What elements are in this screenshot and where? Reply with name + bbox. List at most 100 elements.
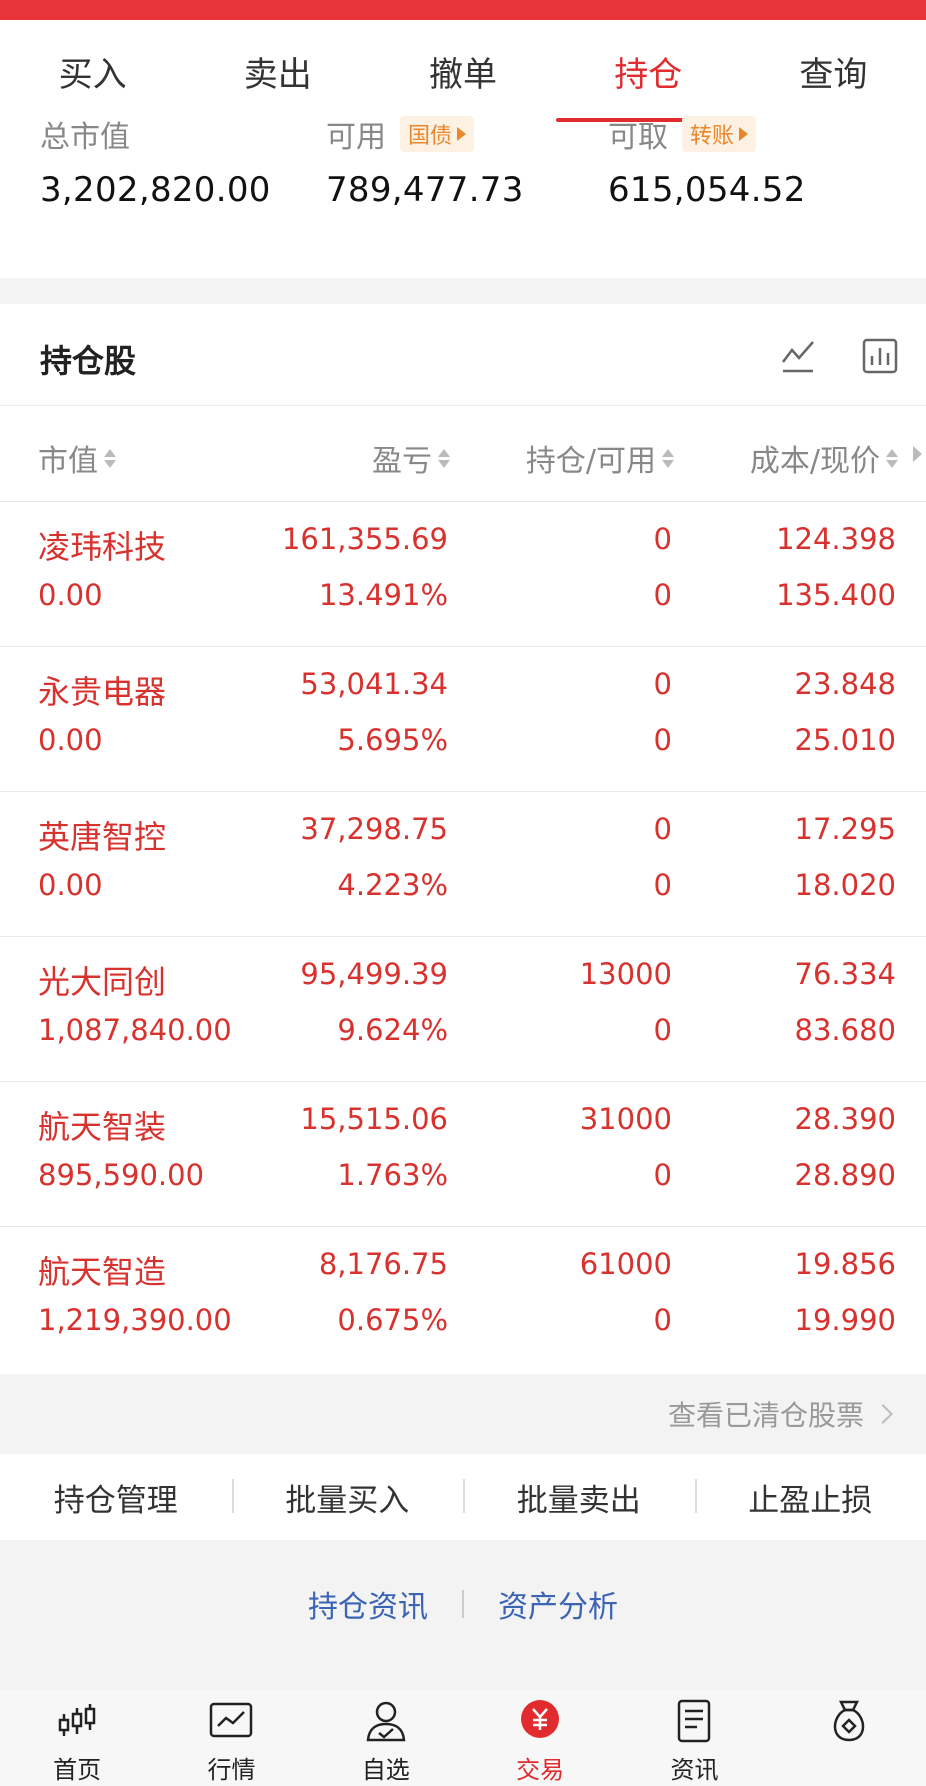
- cost-price: 76.334: [794, 957, 896, 991]
- available-qty: 0: [653, 868, 672, 902]
- holding-qty: 31000: [579, 1102, 672, 1136]
- nav-wealth[interactable]: [772, 1690, 926, 1786]
- holdings-news-link[interactable]: 持仓资讯: [308, 1582, 428, 1626]
- cleared-link-label: 查看已清仓股票: [667, 1399, 864, 1432]
- market-value: 1,219,390.00: [38, 1303, 232, 1337]
- stock-name: 永贵电器: [38, 673, 167, 711]
- market-value: 0.00: [38, 868, 103, 902]
- tab-buy[interactable]: 买入: [0, 20, 185, 122]
- withdrawable-label: 可取: [608, 120, 668, 155]
- current-price: 135.400: [776, 578, 896, 612]
- holding-row[interactable]: 航天智装 895,590.00 15,515.06 1.763% 31000 0…: [0, 1082, 926, 1227]
- market-value: 0.00: [38, 578, 103, 612]
- current-price: 83.680: [794, 1013, 896, 1047]
- tab-query[interactable]: 查询: [741, 20, 926, 122]
- money-bag-icon: [833, 1700, 865, 1742]
- cost-price: 124.398: [776, 522, 896, 556]
- status-bar: [0, 0, 926, 20]
- nav-watchlist-label: 自选: [361, 1756, 410, 1784]
- holding-qty: 0: [653, 667, 672, 701]
- tab-cancel[interactable]: 撤单: [370, 20, 555, 122]
- market-value: 0.00: [38, 723, 103, 757]
- current-price: 28.890: [794, 1158, 896, 1192]
- available-qty: 0: [653, 1013, 672, 1047]
- batch-sell-button[interactable]: 批量卖出: [463, 1475, 695, 1520]
- holding-row[interactable]: 航天智造 1,219,390.00 8,176.75 0.675% 61000 …: [0, 1227, 926, 1372]
- sort-cost-price[interactable]: 成本/现价: [750, 436, 898, 480]
- sort-holding-available[interactable]: 持仓/可用: [526, 436, 674, 480]
- sort-icon: [886, 448, 898, 468]
- info-links-area: 持仓资讯 资产分析: [0, 1540, 926, 1690]
- holdings-column-header: 市值 盈亏 持仓/可用 成本/现价: [0, 406, 926, 502]
- nav-home-label: 首页: [53, 1756, 102, 1784]
- profit-percent: 4.223%: [337, 868, 448, 902]
- transfer-label: 转账: [690, 124, 735, 149]
- profit-percent: 13.491%: [318, 578, 448, 612]
- batch-buy-button[interactable]: 批量买入: [231, 1475, 464, 1520]
- market-value: 895,590.00: [38, 1158, 205, 1192]
- holding-row[interactable]: 凌玮科技 0.00 161,355.69 13.491% 0 0 124.398…: [0, 502, 926, 647]
- withdrawable-value: 615,054.52: [608, 170, 806, 210]
- tab-holdings[interactable]: 持仓: [555, 20, 742, 122]
- holdings-actions: 持仓管理 批量买入 批量卖出 止盈止损: [0, 1454, 926, 1540]
- holdings-header: 持仓股: [0, 304, 926, 406]
- holding-row[interactable]: 永贵电器 0.00 53,041.34 5.695% 0 0 23.848 25…: [0, 647, 926, 792]
- holding-qty: 0: [653, 812, 672, 846]
- stock-name: 光大同创: [38, 963, 167, 1001]
- line-chart-icon[interactable]: [780, 338, 816, 374]
- manage-holdings-button[interactable]: 持仓管理: [0, 1475, 232, 1520]
- profit-percent: 9.624%: [337, 1013, 448, 1047]
- sort-market-value[interactable]: 市值: [38, 436, 116, 480]
- tab-sell[interactable]: 卖出: [185, 20, 370, 122]
- profit-loss: 53,041.34: [300, 667, 448, 701]
- trade-tabs: 买入 卖出 撤单 持仓 查询: [0, 20, 926, 122]
- treasury-bond-label: 国债: [408, 124, 453, 149]
- sort-icon: [662, 448, 674, 468]
- total-market-value: 总市值 3,202,820.00: [40, 120, 271, 210]
- asset-analysis-link[interactable]: 资产分析: [498, 1582, 618, 1626]
- view-cleared-stocks-link[interactable]: 查看已清仓股票: [667, 1394, 893, 1434]
- holding-qty: 0: [653, 522, 672, 556]
- nav-market-label: 行情: [207, 1756, 256, 1784]
- withdrawable-funds: 可取 转账 615,054.52: [608, 116, 806, 210]
- cost-price: 19.856: [794, 1247, 896, 1281]
- available-qty: 0: [653, 578, 672, 612]
- holding-row[interactable]: 光大同创 1,087,840.00 95,499.39 9.624% 13000…: [0, 937, 926, 1082]
- stock-name: 航天智造: [38, 1253, 167, 1291]
- available-funds: 可用 国债 789,477.73: [326, 116, 524, 210]
- nav-trade[interactable]: 交易: [463, 1690, 617, 1786]
- holding-row[interactable]: 英唐智控 0.00 37,298.75 4.223% 0 0 17.295 18…: [0, 792, 926, 937]
- profit-loss: 95,499.39: [300, 957, 448, 991]
- stock-name: 航天智装: [38, 1108, 167, 1146]
- market-chart-icon: [210, 1702, 253, 1738]
- current-price: 19.990: [794, 1303, 896, 1337]
- cost-price: 23.848: [794, 667, 896, 701]
- profit-loss: 161,355.69: [281, 522, 448, 556]
- profit-loss: 15,515.06: [300, 1102, 448, 1136]
- available-value: 789,477.73: [326, 170, 524, 210]
- current-price: 18.020: [794, 868, 896, 902]
- cost-price: 28.390: [794, 1102, 896, 1136]
- nav-market[interactable]: 行情: [154, 1690, 308, 1786]
- profit-percent: 5.695%: [337, 723, 448, 757]
- bar-chart-icon[interactable]: [862, 338, 898, 374]
- nav-watchlist[interactable]: 自选: [309, 1690, 463, 1786]
- nav-trade-label: 交易: [516, 1756, 565, 1784]
- transfer-tag[interactable]: 转账: [682, 116, 757, 152]
- profit-loss: 37,298.75: [300, 812, 448, 846]
- sort-profit-loss[interactable]: 盈亏: [372, 436, 450, 480]
- nav-news[interactable]: 资讯: [617, 1690, 771, 1786]
- available-qty: 0: [653, 723, 672, 757]
- total-value: 3,202,820.00: [40, 170, 271, 210]
- treasury-bond-tag[interactable]: 国债: [400, 116, 475, 152]
- account-summary: 总市值 3,202,820.00 可用 国债 789,477.73 可取 转账 …: [0, 116, 926, 278]
- profit-loss: 8,176.75: [318, 1247, 448, 1281]
- take-profit-stop-loss-button[interactable]: 止盈止损: [694, 1475, 926, 1520]
- scroll-right-icon[interactable]: [913, 446, 922, 462]
- sort-icon: [438, 448, 450, 468]
- available-qty: 0: [653, 1303, 672, 1337]
- holding-qty: 13000: [579, 957, 672, 991]
- available-qty: 0: [653, 1158, 672, 1192]
- nav-home[interactable]: 首页: [0, 1690, 154, 1786]
- chevron-right-icon: [873, 1404, 893, 1424]
